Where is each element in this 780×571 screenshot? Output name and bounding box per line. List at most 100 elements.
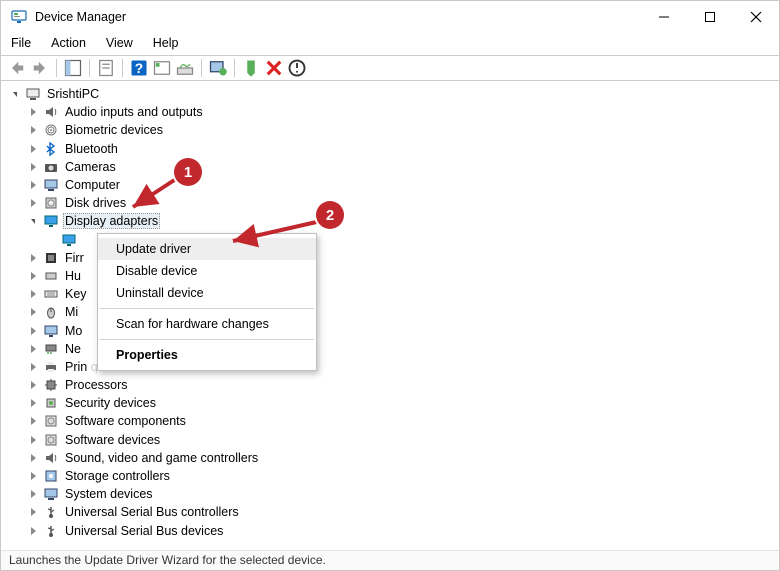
root-node[interactable]: SrishtiPC [3,85,777,103]
usb-icon [43,504,59,520]
tree-item[interactable]: Software components [3,412,777,430]
expander-icon[interactable] [25,468,41,484]
tree-item[interactable]: Computer [3,176,777,194]
update-driver-button[interactable] [208,58,228,78]
tree-item[interactable]: Software devices [3,431,777,449]
system-icon [43,486,59,502]
tree-item[interactable]: Universal Serial Bus controllers [3,503,777,521]
display-icon [61,232,77,248]
scan-button[interactable] [175,58,195,78]
forward-button[interactable] [30,58,50,78]
tree-item[interactable]: Disk drives [3,194,777,212]
security-icon [43,395,59,411]
expander-icon[interactable] [25,523,41,539]
separator [56,59,57,77]
expander-icon[interactable] [25,195,41,211]
disk-icon [43,195,59,211]
ctx-scan-hardware[interactable]: Scan for hardware changes [98,313,316,335]
expander-icon[interactable] [25,213,41,229]
expander-icon[interactable] [25,450,41,466]
expander-icon[interactable] [25,286,41,302]
title-bar: Device Manager [1,1,779,33]
tree-item[interactable]: Display adapters [3,212,777,230]
device-tree[interactable]: SrishtiPC Audio inputs and outputs Biomet… [1,81,779,550]
expander-icon[interactable] [25,432,41,448]
computer-icon [25,86,41,102]
expander-icon[interactable] [25,413,41,429]
minimize-button[interactable] [641,1,687,33]
tree-item[interactable]: Biometric devices [3,121,777,139]
ctx-separator [100,339,314,340]
menu-help[interactable]: Help [145,36,187,50]
ctx-properties[interactable]: Properties [98,344,316,366]
tree-item-label: Cameras [63,160,118,174]
annotation-badge-2: 2 [316,201,344,229]
storage-icon [43,468,59,484]
expander-icon[interactable] [25,177,41,193]
app-icon [11,9,27,25]
tree-item[interactable]: Universal Serial Bus devices [3,522,777,540]
context-menu: Update driver Disable device Uninstall d… [97,233,317,371]
expander-icon[interactable] [25,377,41,393]
tree-item-label: Universal Serial Bus controllers [63,505,241,519]
camera-icon [43,159,59,175]
tree-item[interactable]: Security devices [3,394,777,412]
tree-item-label: Hu [63,269,83,283]
tree-item[interactable]: Storage controllers [3,467,777,485]
expander-icon[interactable] [25,159,41,175]
properties-button[interactable] [96,58,116,78]
display-icon [43,213,59,229]
ctx-disable-device[interactable]: Disable device [98,260,316,282]
menu-view[interactable]: View [98,36,141,50]
show-hide-button[interactable] [63,58,83,78]
expander-icon[interactable] [25,486,41,502]
speaker-icon [43,450,59,466]
expander-icon[interactable] [25,268,41,284]
expander-icon[interactable] [25,504,41,520]
uninstall-button[interactable] [264,58,284,78]
separator [122,59,123,77]
tree-item-label: Processors [63,378,130,392]
tree-item[interactable]: System devices [3,485,777,503]
fingerprint-icon [43,122,59,138]
tree-item-label: Disk drives [63,196,128,210]
tree-item[interactable]: Processors [3,376,777,394]
expander-icon[interactable] [25,250,41,266]
tree-item[interactable]: Audio inputs and outputs [3,103,777,121]
hid-icon [43,268,59,284]
expander-icon[interactable] [25,122,41,138]
back-button[interactable] [7,58,27,78]
expander-icon[interactable] [25,304,41,320]
tree-item-label: Key [63,287,89,301]
action-button[interactable] [152,58,172,78]
menu-bar: File Action View Help [1,33,779,53]
separator [234,59,235,77]
tree-item[interactable]: Sound, video and game controllers [3,449,777,467]
expander-icon[interactable] [25,341,41,357]
help-button[interactable]: ? [129,58,149,78]
expander-icon[interactable] [25,395,41,411]
cpu-icon [43,377,59,393]
tree-item-label: Computer [63,178,122,192]
expander-icon[interactable] [25,141,41,157]
expander-icon[interactable] [25,104,41,120]
maximize-button[interactable] [687,1,733,33]
menu-file[interactable]: File [3,36,39,50]
ctx-uninstall-device[interactable]: Uninstall device [98,282,316,304]
tree-item[interactable]: Bluetooth [3,140,777,158]
menu-action[interactable]: Action [43,36,94,50]
tree-item[interactable]: Cameras [3,158,777,176]
separator [89,59,90,77]
expander-icon[interactable] [25,359,41,375]
ctx-update-driver[interactable]: Update driver [98,238,316,260]
bluetooth-icon [43,141,59,157]
expander-icon[interactable] [7,86,23,102]
expander-icon[interactable] [25,323,41,339]
disable-button[interactable] [287,58,307,78]
close-button[interactable] [733,1,779,33]
tree-item-label: Audio inputs and outputs [63,105,205,119]
software-icon [43,432,59,448]
usb-icon [43,523,59,539]
software-icon [43,413,59,429]
enable-button[interactable] [241,58,261,78]
